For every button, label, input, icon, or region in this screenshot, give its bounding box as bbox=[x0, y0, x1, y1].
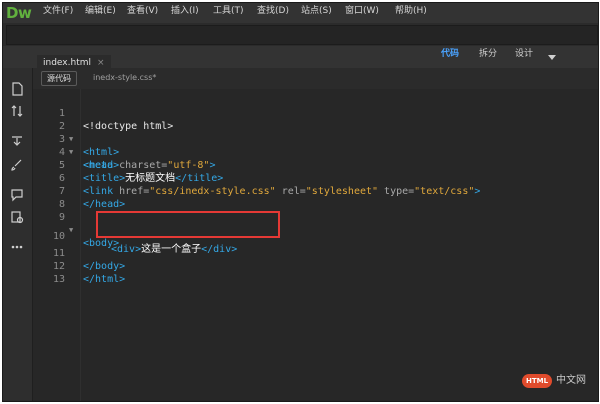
code-line: 9 ▼ <body> bbox=[33, 198, 598, 249]
menu-site[interactable]: 站点(S) bbox=[301, 3, 332, 23]
code-line: 3 ▼ <head> bbox=[33, 120, 598, 171]
snippets-icon[interactable] bbox=[9, 210, 25, 226]
code-line: 1 <!doctype html> bbox=[33, 94, 598, 132]
dreamweaver-window: Dw 文件(F) 编辑(E) 查看(V) 插入(I) 工具(T) 查找(D) 站… bbox=[2, 2, 599, 402]
open-documents-icon[interactable] bbox=[9, 82, 25, 98]
code-text: </html> bbox=[83, 273, 125, 286]
menu-window[interactable]: 窗口(W) bbox=[345, 3, 379, 23]
menu-tools[interactable]: 工具(T) bbox=[213, 3, 244, 23]
code-line: 7 </head> bbox=[33, 172, 598, 210]
toolbar-strip bbox=[6, 25, 598, 45]
site-watermark: HTML 中文网 bbox=[522, 372, 598, 390]
related-files-bar: 源代码 inedx-style.css* bbox=[33, 68, 598, 86]
menu-file[interactable]: 文件(F) bbox=[43, 3, 73, 23]
code-line: 8 bbox=[33, 185, 598, 210]
collapse-tag-icon[interactable] bbox=[9, 134, 25, 150]
code-line: 12 </html> bbox=[33, 247, 598, 285]
menu-find[interactable]: 查找(D) bbox=[257, 3, 289, 23]
line-number: 13 bbox=[52, 274, 65, 285]
highlight-annotation-box bbox=[96, 211, 280, 238]
menu-view[interactable]: 查看(V) bbox=[127, 3, 158, 23]
close-icon[interactable]: × bbox=[97, 58, 105, 68]
comment-icon[interactable] bbox=[9, 188, 25, 204]
code-line: 13 bbox=[33, 260, 598, 285]
related-file-css[interactable]: inedx-style.css* bbox=[93, 71, 156, 85]
code-line: 6 <link href="css/inedx-style.css" rel="… bbox=[33, 159, 598, 197]
sort-icon[interactable] bbox=[9, 104, 25, 120]
brush-icon[interactable] bbox=[9, 158, 25, 174]
more-options-icon[interactable] bbox=[9, 240, 25, 256]
watermark-text: 中文网 bbox=[556, 375, 586, 386]
code-editor[interactable]: 1 <!doctype html> 2 ▼ <html> 3 ▼ <head> … bbox=[33, 89, 598, 401]
source-code-button[interactable]: 源代码 bbox=[41, 71, 77, 86]
menu-edit[interactable]: 编辑(E) bbox=[85, 3, 116, 23]
document-tab-bar: index.html × bbox=[33, 50, 598, 71]
code-line: 2 ▼ <html> bbox=[33, 107, 598, 158]
coding-toolbar bbox=[3, 68, 33, 401]
tag-token: </html> bbox=[83, 274, 126, 285]
code-line: 4 <meta charset="utf-8"> bbox=[33, 133, 598, 171]
code-line: 5 <title>无标题文档</title> bbox=[33, 146, 598, 184]
tab-label: index.html bbox=[43, 58, 91, 68]
dreamweaver-logo: Dw bbox=[6, 4, 32, 22]
menu-help[interactable]: 帮助(H) bbox=[395, 3, 427, 23]
menu-insert[interactable]: 插入(I) bbox=[171, 3, 199, 23]
watermark-badge: HTML bbox=[522, 374, 552, 388]
menu-bar: Dw 文件(F) 编辑(E) 查看(V) 插入(I) 工具(T) 查找(D) 站… bbox=[3, 3, 598, 23]
